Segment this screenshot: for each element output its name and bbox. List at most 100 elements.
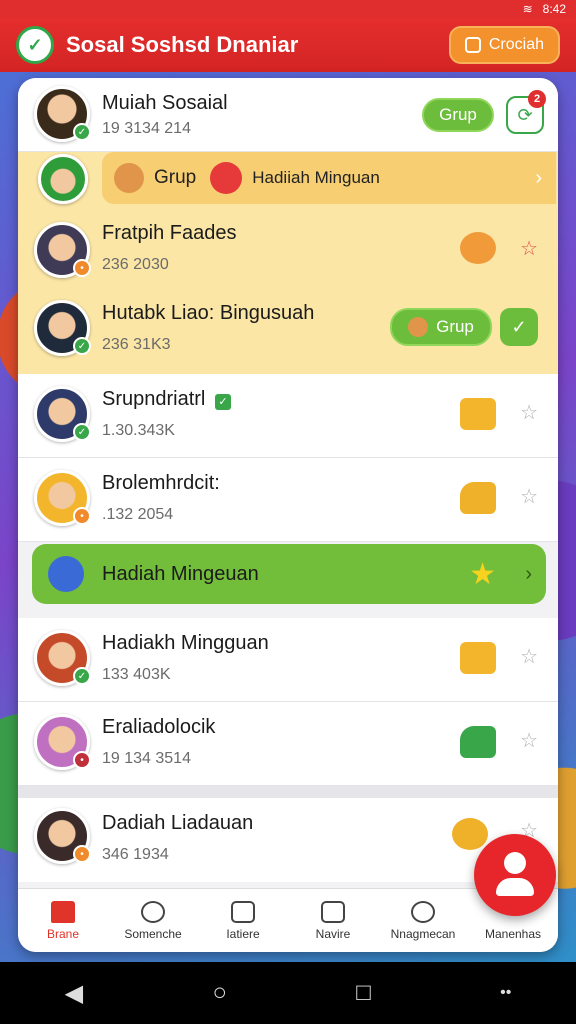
items-icon (452, 818, 488, 850)
list-item[interactable]: • Fratpih Faades 236 2030 ☆ (18, 208, 558, 292)
online-dot-icon: ✓ (73, 337, 91, 355)
create-label: Crociah (488, 36, 544, 53)
wifi-icon: ≋ (522, 2, 533, 16)
profile-row[interactable]: ✓ Muiah Sosaial 19 3134 214 Grup ⟳ 2 (18, 78, 558, 152)
gold-item-icon (460, 482, 496, 514)
nav-item-house[interactable]: Navire (288, 889, 378, 952)
bird-mascot-icon (48, 556, 84, 592)
user-avatar: • (34, 470, 91, 526)
user-sub: 1.30.343K (102, 422, 175, 439)
person-icon (504, 852, 526, 874)
nav-label: Somenche (124, 926, 182, 941)
more-icon[interactable]: •• (500, 984, 511, 1002)
profile-name: Muiah Sosaial (102, 92, 228, 114)
reward-label: Hadiiah Minguan (252, 168, 380, 187)
bottom-nav: Brane Somenche Iatiere Navire Nnagmecan … (18, 888, 558, 952)
star-icon[interactable]: ☆ (520, 236, 538, 261)
user-name: Eraliadolocik (102, 716, 216, 738)
user-sub: .132 2054 (102, 506, 174, 523)
back-icon[interactable]: ◀ (65, 979, 83, 1008)
star-icon[interactable]: ☆ (520, 400, 538, 425)
user-avatar: • (34, 714, 91, 770)
gift-box-icon (460, 642, 496, 674)
add-friend-button[interactable] (474, 834, 556, 916)
list-item[interactable]: ✓ Hutabk Liao: Bingusuah 236 31K3 Grup ✓ (18, 288, 558, 372)
reward-ball-icon (210, 162, 243, 194)
group-button[interactable]: Grup (390, 308, 492, 346)
user-avatar: ✓ (34, 386, 91, 442)
social-panel: ✓ Muiah Sosaial 19 3134 214 Grup ⟳ 2 Gru… (18, 78, 558, 952)
user-avatar: ✓ (34, 300, 91, 356)
nav-label: Brane (46, 926, 80, 941)
list-item[interactable]: ✓ Srupndriatrl ✓ 1.30.343K ☆ (18, 374, 558, 458)
user-sub: 346 1934 (102, 846, 169, 863)
nav-item-home[interactable]: Brane (18, 889, 108, 952)
user-avatar: • (34, 808, 91, 864)
character-icon (460, 232, 496, 264)
status-dot-icon: • (73, 507, 91, 525)
nav-label: Manenhas (484, 926, 542, 941)
app-logo-icon[interactable]: ✓ (16, 26, 54, 64)
star-icon[interactable]: ☆ (520, 728, 538, 753)
green-item-icon (460, 726, 496, 758)
home-circle-icon[interactable]: ○ (212, 979, 227, 1007)
section-divider (18, 786, 558, 798)
user-name: Dadiah Liadauan (102, 812, 254, 834)
check-icon[interactable]: ✓ (500, 308, 538, 346)
search-icon (141, 900, 165, 923)
person-body (496, 878, 534, 896)
user-name: Hutabk Liao: Bingusuah (102, 302, 315, 324)
user-name: Fratpih Faades (102, 222, 237, 244)
create-icon (464, 37, 481, 53)
user-sub: 236 2030 (102, 256, 169, 273)
nav-label: Navire (315, 926, 351, 941)
group-label: Grup (436, 317, 474, 336)
status-time: 8:42 (542, 2, 566, 16)
user-name: Srupndriatrl ✓ (102, 388, 231, 411)
chat-icon (411, 900, 435, 923)
nav-item-search[interactable]: Somenche (108, 889, 198, 952)
recents-icon[interactable]: □ (356, 979, 371, 1007)
user-sub: 133 403K (102, 666, 171, 683)
user-avatar: ✓ (34, 630, 91, 686)
reward-face-icon (114, 163, 144, 193)
status-dot-icon: • (73, 751, 91, 769)
profile-sub: 19 3134 214 (102, 120, 191, 137)
system-nav-bar: ◀ ○ □ •• (0, 962, 576, 1024)
verified-icon: ✓ (214, 394, 231, 410)
weekly-reward-bar[interactable]: Grup Hadiiah Minguan › (102, 152, 556, 204)
user-sub: 19 134 3514 (102, 750, 191, 767)
profile-group-button[interactable]: Grup (422, 98, 494, 132)
user-sub: 236 31K3 (102, 336, 171, 353)
user-name: Hadiakh Mingguan (102, 632, 269, 654)
status-dot-icon: • (73, 845, 91, 863)
nav-label: Iatiere (226, 926, 260, 941)
chevron-right-icon: › (525, 562, 532, 585)
chevron-right-icon: › (535, 166, 542, 189)
online-dot-icon: ✓ (73, 123, 91, 141)
user-avatar: • (34, 222, 91, 278)
user-name: Brolemhrdcit: (102, 472, 220, 494)
list-item[interactable]: ✓ Hadiakh Mingguan 133 403K ☆ (18, 618, 558, 702)
weekly-reward-banner[interactable]: Hadiah Mingeuan ★ › (32, 544, 546, 604)
notification-badge: 2 (528, 90, 546, 108)
status-bar: ≋ 8:42 (0, 0, 576, 18)
nav-item-chat[interactable]: Nnagmecan (378, 889, 468, 952)
list-item[interactable]: • Eraliadolocik 19 134 3514 ☆ (18, 702, 558, 786)
reward-group-label: Grup (154, 167, 197, 188)
create-button[interactable]: Crociah (448, 26, 560, 64)
status-dot-icon: • (73, 259, 91, 277)
user-name-text: Srupndriatrl (102, 388, 206, 410)
mascot-avatar (38, 154, 88, 204)
treasure-chest-icon (460, 398, 496, 430)
list-item[interactable]: • Brolemhrdcit: .132 2054 ☆ (18, 458, 558, 542)
list-icon (231, 900, 255, 923)
nav-item-list[interactable]: Iatiere (198, 889, 288, 952)
app-title: Sosal Soshsd Dnaniar (66, 32, 299, 57)
profile-avatar: ✓ (34, 86, 91, 142)
star-icon[interactable]: ☆ (520, 484, 538, 509)
nav-label: Nnagmecan (390, 926, 456, 941)
star-icon[interactable]: ☆ (520, 644, 538, 669)
group-avatar-icon (408, 317, 429, 337)
app-bar: ✓ Sosal Soshsd Dnaniar Crociah (0, 18, 576, 72)
